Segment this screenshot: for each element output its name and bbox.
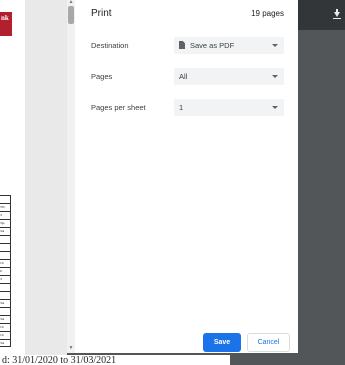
dialog-title: Print: [91, 8, 112, 19]
page-count: 19 pages: [251, 9, 284, 18]
pages-per-sheet-label: Pages per sheet: [91, 103, 146, 112]
preview-table-row: [0, 283, 11, 291]
preview-table-row: [0, 195, 11, 203]
pages-value: All: [179, 72, 188, 81]
chevron-down-icon: [272, 44, 278, 47]
preview-table: TN 3 3)a 3A 10 0 3 3A 3A 10 10 3A: [0, 195, 11, 347]
preview-table-row: TN: [0, 203, 11, 211]
pages-label: Pages: [91, 72, 113, 81]
destination-label: Destination: [91, 41, 129, 50]
preview-table-row: 10: [0, 259, 11, 267]
document-icon: [179, 41, 185, 49]
pages-per-sheet-value: 1: [179, 103, 184, 112]
preview-table-row: [0, 235, 11, 243]
viewer-bottom: [230, 353, 345, 365]
preview-table-row: [0, 307, 11, 315]
destination-select[interactable]: Save as PDF: [174, 37, 284, 54]
chevron-down-icon: [272, 75, 278, 78]
preview-table-row: 3A: [0, 227, 11, 235]
preview-table-row: 3A: [0, 299, 11, 307]
scroll-thumb[interactable]: [68, 6, 74, 24]
download-icon[interactable]: [333, 9, 341, 19]
print-preview-window: nk TN 3 3)a 3A 10 0 3 3A 3A 10 10 3A d: 31/01/2020 …: [0, 0, 345, 365]
scroll-down-icon[interactable]: ▼: [67, 345, 75, 351]
chevron-down-icon: [272, 106, 278, 109]
preview-table-row: 3A: [0, 339, 11, 347]
preview-table-row: 3: [0, 275, 11, 283]
pages-per-sheet-select[interactable]: 1: [174, 99, 284, 116]
pages-select[interactable]: All: [174, 68, 284, 85]
preview-table-row: 3: [0, 211, 11, 219]
cancel-button[interactable]: Cancel: [247, 333, 290, 352]
bank-logo: nk: [0, 12, 12, 36]
scroll-up-icon[interactable]: ▲: [67, 0, 75, 5]
preview-footer-text: d: 31/01/2020 to 31/03/2021: [0, 355, 230, 365]
preview-scrollbar[interactable]: ▲ ▼: [67, 0, 75, 353]
save-button[interactable]: Save: [203, 333, 241, 352]
preview-table-row: 10: [0, 323, 11, 331]
preview-gutter: [25, 0, 67, 365]
preview-table-row: 3A: [0, 315, 11, 323]
preview-table-row: 3)a: [0, 219, 11, 227]
preview-table-row: 0: [0, 267, 11, 275]
viewer-background: [298, 0, 345, 365]
preview-table-row: 10: [0, 331, 11, 339]
print-settings-panel: Print 19 pages Destination Save as PDF P…: [75, 0, 298, 353]
preview-table-row: [0, 243, 11, 251]
preview-table-row: [0, 251, 11, 259]
preview-page: nk TN 3 3)a 3A 10 0 3 3A 3A 10 10 3A: [0, 0, 25, 365]
destination-value: Save as PDF: [190, 41, 235, 50]
preview-table-row: [0, 291, 11, 299]
